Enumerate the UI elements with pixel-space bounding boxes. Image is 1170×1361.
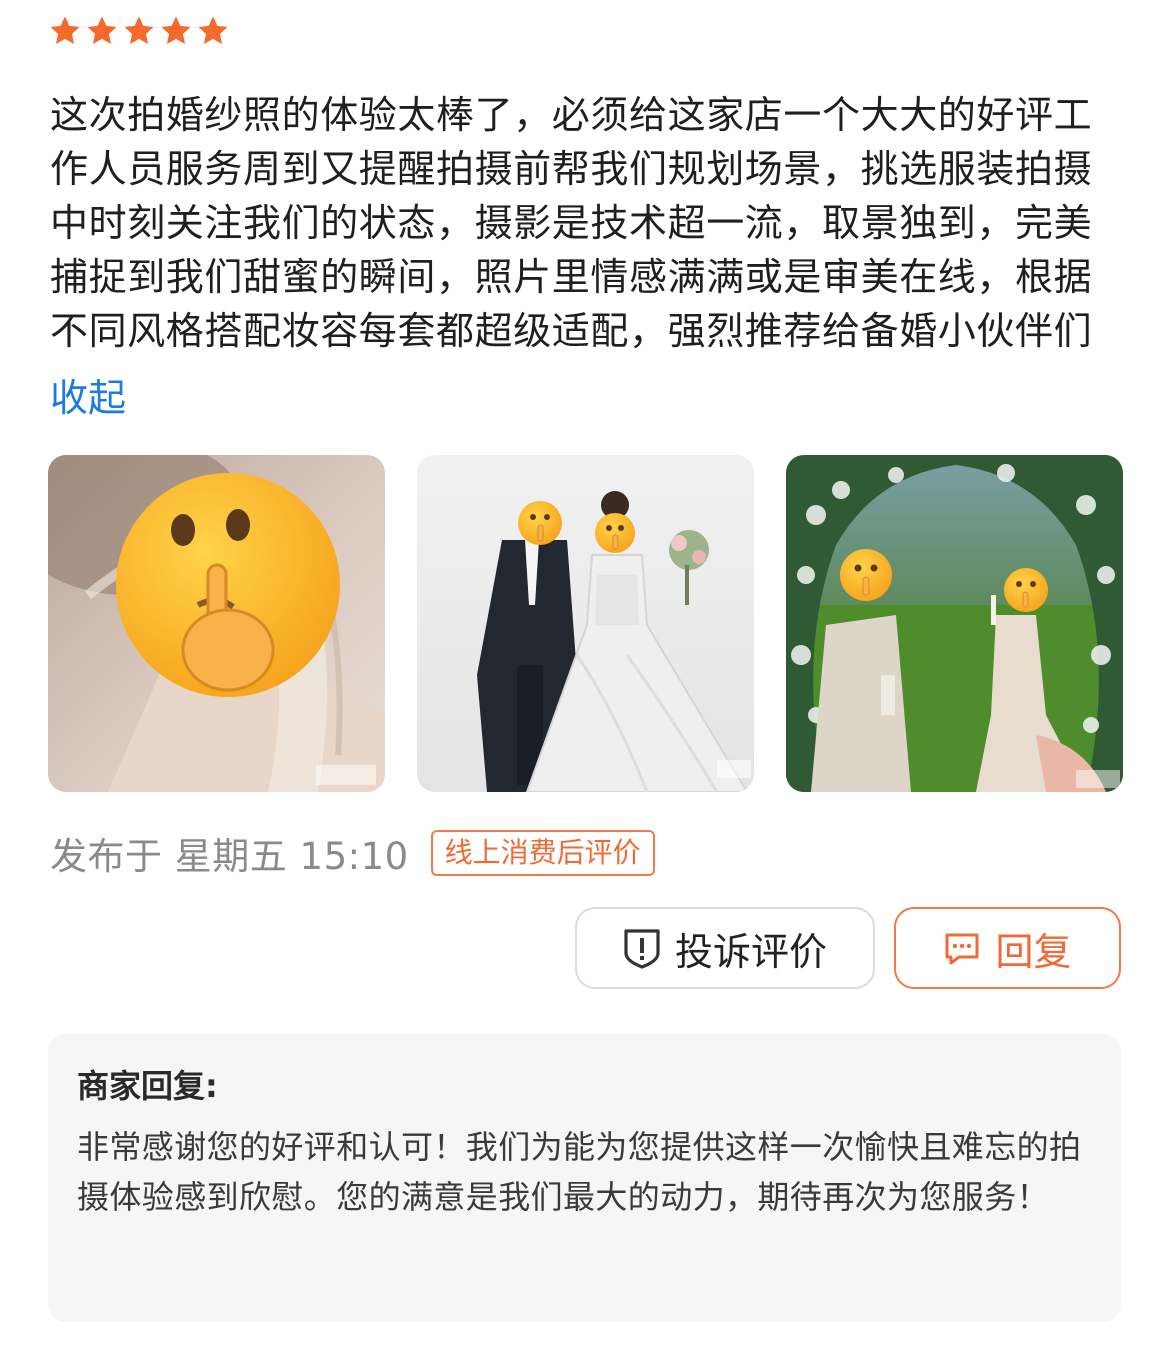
star-icon: [161, 16, 191, 45]
review-photo-1[interactable]: [48, 455, 385, 792]
reply-button[interactable]: 回复: [894, 907, 1121, 989]
collapse-link[interactable]: 收起: [50, 370, 126, 426]
star-icon: [50, 16, 80, 45]
review-photo-3[interactable]: [786, 455, 1123, 792]
shushing-face-emoji-icon: [840, 549, 892, 601]
merchant-reply-title: 商家回复:: [77, 1067, 218, 1105]
rating-stars: [48, 14, 230, 48]
review-meta: 发布于 星期五 15:10 线上消费后评价: [50, 826, 655, 880]
shushing-face-emoji-icon: [518, 501, 562, 545]
review-text: 这次拍婚纱照的体验太棒了，必须给这家店一个大大的好评工作人员服务周到又提醒拍摄前…: [50, 93, 1093, 353]
shushing-face-emoji-icon: [595, 513, 635, 553]
consumption-tag: 线上消费后评价: [430, 830, 655, 876]
publish-time: 发布于 星期五 15:10: [50, 835, 409, 878]
merchant-reply-text: 非常感谢您的好评和认可！我们为能为您提供这样一次愉快且难忘的拍摄体验感到欣慰。您…: [77, 1128, 1082, 1216]
complain-button[interactable]: 投诉评价: [575, 907, 875, 989]
shushing-face-emoji-icon: [1004, 568, 1048, 612]
shushing-face-emoji-icon: [116, 473, 340, 697]
photo-gallery: [48, 455, 1123, 792]
review-photo-2[interactable]: [417, 455, 754, 792]
reply-label: 回复: [995, 929, 1072, 974]
merchant-reply: 商家回复: 非常感谢您的好评和认可！我们为能为您提供这样一次愉快且难忘的拍摄体验…: [48, 1034, 1121, 1322]
star-icon: [87, 16, 117, 45]
complain-label: 投诉评价: [674, 929, 827, 974]
chat-bubble-icon: [945, 933, 979, 965]
star-icon: [124, 16, 154, 45]
star-icon: [198, 16, 228, 45]
report-shield-icon: [624, 929, 660, 969]
